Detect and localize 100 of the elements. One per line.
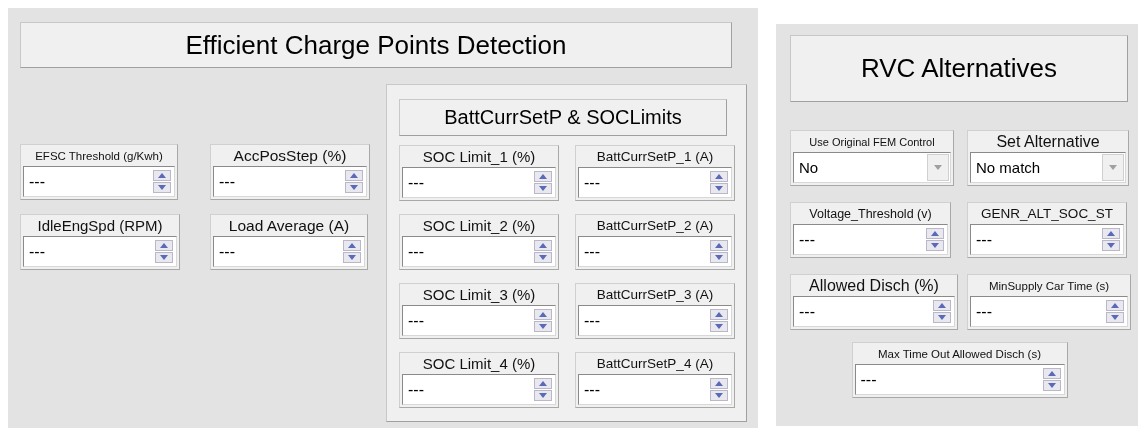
field-value: --- (584, 311, 601, 330)
caret-up-icon (715, 381, 723, 386)
caret-down-icon (715, 393, 723, 398)
field-label: SOC Limit_4 (%) (421, 354, 537, 374)
spin-down-button[interactable] (345, 182, 363, 193)
field-label: BattCurrSetP_1 (A) (595, 148, 715, 166)
spin-down-button[interactable] (534, 390, 552, 401)
field-value: --- (860, 370, 878, 389)
caret-up-icon (539, 381, 547, 386)
field-label: BattCurrSetP_4 (A) (595, 355, 715, 373)
caret-up-icon (158, 173, 166, 178)
spinner-field[interactable]: --- (970, 296, 1128, 327)
field-label: Max Time Out Allowed Disch (s) (877, 347, 1042, 362)
caret-up-icon (539, 312, 547, 317)
field-value: --- (29, 242, 46, 261)
spin-up-button[interactable] (1102, 228, 1120, 239)
field-value: --- (408, 242, 425, 261)
spin-down-button[interactable] (926, 240, 944, 251)
spinner-field[interactable]: --- (402, 236, 556, 267)
spin-up-button[interactable] (534, 309, 552, 320)
spin-up-button[interactable] (710, 378, 728, 389)
spin-down-button[interactable] (710, 183, 728, 194)
spin-up-button[interactable] (1042, 368, 1061, 379)
field-label: Allowed Disch (%) (808, 276, 940, 296)
spin-down-button[interactable] (710, 252, 728, 263)
field-label: MinSupply Car Time (s) (987, 279, 1111, 294)
dropdown-field[interactable]: No match (970, 152, 1126, 183)
field-label: AccPosStep (%) (232, 146, 348, 166)
caret-up-icon (715, 174, 723, 179)
field-value: --- (584, 380, 601, 399)
field-value: --- (408, 173, 425, 192)
dropdown-field[interactable]: No (793, 152, 951, 183)
spin-down-button[interactable] (534, 183, 552, 194)
spin-up-button[interactable] (933, 300, 951, 311)
spinner-field[interactable]: --- (793, 224, 948, 255)
spinner-field[interactable]: --- (578, 167, 732, 198)
caret-up-icon (348, 243, 356, 248)
spin-down-button[interactable] (343, 252, 361, 263)
field-value: --- (799, 302, 816, 321)
field-value: --- (976, 230, 993, 249)
caret-up-icon (1111, 303, 1119, 308)
spin-down-button[interactable] (153, 182, 171, 193)
caret-up-icon (350, 173, 358, 178)
spinner-field[interactable]: --- (793, 296, 955, 327)
field-label: Load Average (A) (227, 216, 351, 236)
spin-down-button[interactable] (1042, 380, 1061, 391)
spinner-field[interactable]: --- (854, 364, 1065, 395)
spin-up-button[interactable] (534, 240, 552, 251)
caret-down-icon (1107, 243, 1115, 248)
spinner-field[interactable]: --- (402, 167, 556, 198)
spin-down-button[interactable] (1102, 240, 1120, 251)
dropdown-button[interactable] (927, 154, 949, 181)
panel-title: RVC Alternatives (790, 35, 1128, 102)
spin-up-button[interactable] (345, 170, 363, 181)
field-label: SOC Limit_3 (%) (421, 285, 537, 305)
spin-up-button[interactable] (534, 378, 552, 389)
caret-down-icon (715, 324, 723, 329)
field-label: Set Alternative (995, 132, 1101, 152)
group-title: BattCurrSetP & SOCLimits (399, 99, 727, 136)
spin-up-button[interactable] (534, 171, 552, 182)
spin-up-button[interactable] (926, 228, 944, 239)
spinner-field[interactable]: --- (402, 374, 556, 405)
spinner-field[interactable]: --- (970, 224, 1124, 255)
spin-up-button[interactable] (1106, 300, 1124, 311)
spinner-field[interactable]: --- (578, 305, 732, 336)
caret-down-icon (1047, 383, 1056, 388)
spin-up-button[interactable] (343, 240, 361, 251)
caret-down-icon (539, 255, 547, 260)
field-label: Voltage_Threshold (v) (808, 206, 933, 223)
spin-up-button[interactable] (710, 240, 728, 251)
spinner-field[interactable]: --- (578, 236, 732, 267)
caret-up-icon (715, 312, 723, 317)
field-label: BattCurrSetP_3 (A) (595, 286, 715, 304)
spinner-field[interactable]: --- (213, 166, 367, 197)
caret-up-icon (931, 231, 939, 236)
spin-down-button[interactable] (933, 312, 951, 323)
spin-down-button[interactable] (1106, 312, 1124, 323)
field-value: --- (219, 242, 236, 261)
spin-down-button[interactable] (155, 252, 173, 263)
spinner-field[interactable]: --- (23, 166, 175, 197)
spinner-field[interactable]: --- (578, 374, 732, 405)
field-value: No match (976, 159, 1042, 176)
caret-up-icon (160, 243, 168, 248)
spinner-field[interactable]: --- (402, 305, 556, 336)
spin-down-button[interactable] (710, 321, 728, 332)
spin-up-button[interactable] (155, 240, 173, 251)
field-label: SOC Limit_2 (%) (421, 216, 537, 236)
spin-up-button[interactable] (710, 309, 728, 320)
field-value: --- (584, 242, 601, 261)
spin-down-button[interactable] (534, 252, 552, 263)
spin-up-button[interactable] (153, 170, 171, 181)
field-value: --- (29, 172, 46, 191)
caret-down-icon (539, 393, 547, 398)
dropdown-button[interactable] (1102, 154, 1124, 181)
spinner-field[interactable]: --- (23, 236, 177, 267)
spinner-field[interactable]: --- (213, 236, 365, 267)
spin-down-button[interactable] (534, 321, 552, 332)
spin-up-button[interactable] (710, 171, 728, 182)
spin-down-button[interactable] (710, 390, 728, 401)
caret-up-icon (1047, 371, 1056, 376)
